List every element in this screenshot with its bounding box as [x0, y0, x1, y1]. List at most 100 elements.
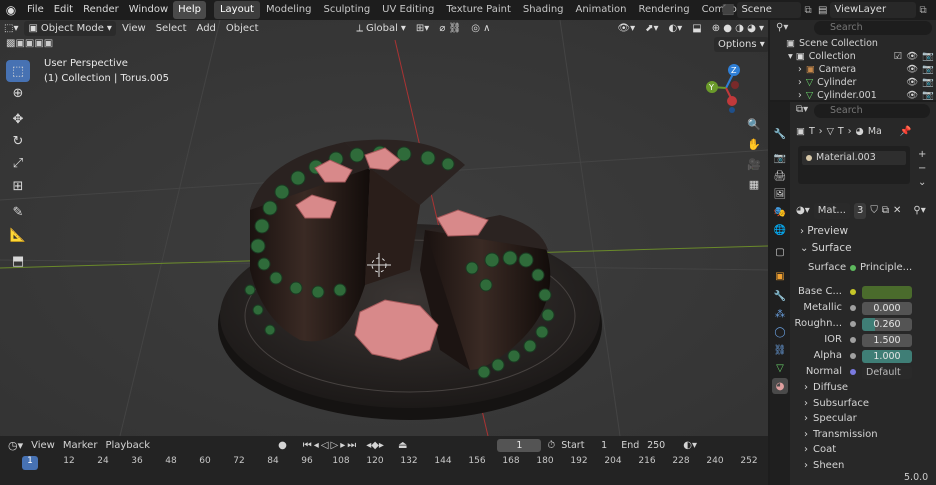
viewport-menu-select[interactable]: Select [152, 21, 191, 36]
camera-render-icon[interactable]: 📷 [922, 50, 934, 63]
zoom-icon[interactable]: 🔍 [746, 116, 762, 132]
add-cube-tool[interactable]: ⬒ [6, 250, 30, 272]
neg-x-handle[interactable] [731, 81, 739, 89]
menu-render[interactable]: Render [78, 1, 124, 19]
timeline-view-icon[interactable]: ◐▾ [683, 440, 697, 451]
outliner-item[interactable]: › ▽ Cylinder.001 👁 📷 [798, 89, 934, 102]
material-datablock[interactable]: ◕▾ Mat... 3 ⛉ ⧉ ✕ ⚲▾ [796, 203, 926, 219]
workspace-tab-shading[interactable]: Shading [517, 1, 570, 19]
select-box-tool[interactable]: ⬚ [6, 60, 30, 82]
shading-mode-icons[interactable]: ⊕ ● ◑ ◕ ▾ [708, 21, 768, 36]
pan-hand-icon[interactable]: ✋ [746, 136, 762, 152]
select-mode-icons[interactable]: ▩▣▣▣▣ [6, 38, 53, 49]
node-tree-icon[interactable]: ⚲▾ [913, 203, 925, 219]
menu-help[interactable]: Help [173, 1, 206, 19]
orientation-dropdown[interactable]: ⟂ Global ▾ [352, 21, 410, 36]
xray-icon[interactable]: ⬓ [688, 21, 705, 36]
overlay-toggle-icon[interactable]: ◐▾ [665, 21, 687, 36]
viewlayer-name[interactable]: ViewLayer [830, 2, 917, 18]
ortho-grid-icon[interactable]: ▦ [746, 176, 762, 192]
collection-tab-icon[interactable]: ▢ [772, 244, 788, 260]
material-slot-row[interactable]: Material.003 [802, 151, 906, 165]
copy-icon[interactable]: ⧉ [919, 5, 926, 16]
gizmo-toggle-icon[interactable]: ⬈▾ [641, 21, 662, 36]
subpanel-subsurface[interactable]: › Subsurface [804, 396, 934, 412]
slot-list-controls[interactable]: + − ⌄ [918, 148, 926, 190]
filter-icon[interactable]: ⚲▾ [776, 22, 788, 33]
output-tab-icon[interactable]: 🖨 [772, 168, 788, 184]
world-tab-icon[interactable]: 🌐 [772, 222, 788, 238]
mode-dropdown[interactable]: ▣ Object Mode ▾ [24, 20, 116, 36]
eye-icon[interactable]: 👁 [906, 63, 918, 76]
workspace-tab-uv-editing[interactable]: UV Editing [376, 1, 440, 19]
material-tab-icon[interactable]: ◕ [772, 378, 788, 394]
eye-icon[interactable]: 👁 [906, 89, 918, 102]
scene-tab-icon[interactable]: 🎭 [772, 204, 788, 220]
timeline-menu-view[interactable]: View [31, 440, 55, 451]
physics-tab-icon[interactable]: ◯ [772, 324, 788, 340]
editor-type-icon[interactable]: ⧉▾ [796, 104, 808, 115]
scene-selector[interactable]: ⬛ Scene ⧉ [722, 2, 812, 18]
camera-view-icon[interactable]: 🎥 [746, 156, 762, 172]
surface-shader-field[interactable]: Principle... [850, 260, 912, 276]
scene-name[interactable]: Scene [737, 2, 802, 18]
annotate-tool[interactable]: ✎ [6, 201, 30, 223]
proportional-edit-icon[interactable]: ◎ ∧ [467, 21, 494, 36]
snap-icon[interactable]: ⌀ ⛓ [435, 21, 465, 36]
subpanel-coat[interactable]: › Coat [804, 442, 934, 458]
options-dropdown[interactable]: Options ▾ [714, 37, 768, 52]
duplicate-icon[interactable]: ⧉ [882, 203, 889, 219]
frame-ruler[interactable]: 1 12 24 36 48 60 72 84 96 108 120 132 144 156 168 180 19… [18, 456, 766, 470]
sync-icon[interactable]: ⏏ [398, 440, 407, 451]
blender-logo-icon[interactable]: ◉ [0, 0, 22, 20]
preview-section-header[interactable]: › Preview [800, 223, 848, 239]
user-count[interactable]: 3 [853, 203, 867, 219]
visibility-icon[interactable]: 👁▾ [613, 21, 639, 36]
value-field[interactable]: 1.000 [862, 349, 912, 363]
value-field[interactable]: 0.000 [862, 301, 912, 315]
surface-section-header[interactable]: ⌄ Surface [800, 240, 852, 256]
subpanel-diffuse[interactable]: › Diffuse [804, 380, 934, 396]
current-frame-field[interactable]: 1 [497, 438, 542, 452]
eye-icon[interactable]: 👁 [906, 76, 918, 89]
camera-render-icon[interactable]: 📷 [922, 76, 934, 89]
subpanel-specular[interactable]: › Specular [804, 411, 934, 427]
normal-field[interactable]: Default [862, 365, 912, 379]
subpanel-transmission[interactable]: › Transmission [804, 427, 934, 443]
transform-tool[interactable]: ⊞ [6, 175, 30, 197]
particles-tab-icon[interactable]: ⁂ [772, 306, 788, 322]
playback-controls[interactable]: ⏮◂◁▷▸⏭ [303, 440, 358, 451]
rotate-tool[interactable]: ↻ [6, 130, 30, 152]
collection-row[interactable]: ▾ ▣ Collection ☑ 👁 📷 [788, 50, 934, 63]
base-color-field[interactable] [862, 285, 912, 299]
workspace-tab-sculpting[interactable]: Sculpting [317, 1, 376, 19]
properties-search-input[interactable]: Search [814, 104, 930, 118]
navigation-gizmo[interactable]: Z Y [702, 62, 750, 114]
modifier-tab-icon[interactable]: 🔧 [772, 288, 788, 304]
scale-tool[interactable]: ⤢ [6, 152, 30, 174]
workspace-tab-layout[interactable]: Layout [213, 1, 260, 19]
camera-render-icon[interactable]: 📷 [922, 89, 934, 102]
checkbox-icon[interactable]: ☑ [894, 50, 903, 63]
value-field[interactable]: 1.500 [862, 333, 912, 347]
eye-icon[interactable]: 👁 [906, 50, 918, 63]
start-frame-field[interactable]: Start 1 [561, 440, 607, 451]
stopwatch-icon[interactable]: ⏱ [547, 440, 555, 451]
material-slot-list[interactable]: Material.003 [798, 146, 910, 184]
workspace-tab-modeling[interactable]: Modeling [260, 1, 318, 19]
viewport-menu-add[interactable]: Add [193, 21, 220, 36]
viewlayer-selector[interactable]: ▤ ViewLayer ⧉ [818, 2, 927, 18]
playhead-frame[interactable]: 1 [22, 456, 38, 470]
copy-icon[interactable]: ⧉ [804, 5, 811, 16]
workspace-tab-texture-paint[interactable]: Texture Paint [440, 1, 517, 19]
object-tab-icon[interactable]: ▣ [772, 268, 788, 284]
outliner-search-input[interactable]: Search [814, 21, 932, 35]
move-tool[interactable]: ✥ [6, 108, 30, 130]
constraints-tab-icon[interactable]: ⛓ [772, 342, 788, 358]
menu-edit[interactable]: Edit [49, 1, 78, 19]
cursor-tool[interactable]: ⊕ [6, 82, 30, 104]
measure-tool[interactable]: 📐 [6, 224, 30, 246]
viewport-menu-object[interactable]: Object [222, 21, 263, 36]
editor-type-icon[interactable]: ⬚▾ [0, 21, 22, 36]
tool-tab-icon[interactable]: 🔧 [772, 126, 788, 142]
